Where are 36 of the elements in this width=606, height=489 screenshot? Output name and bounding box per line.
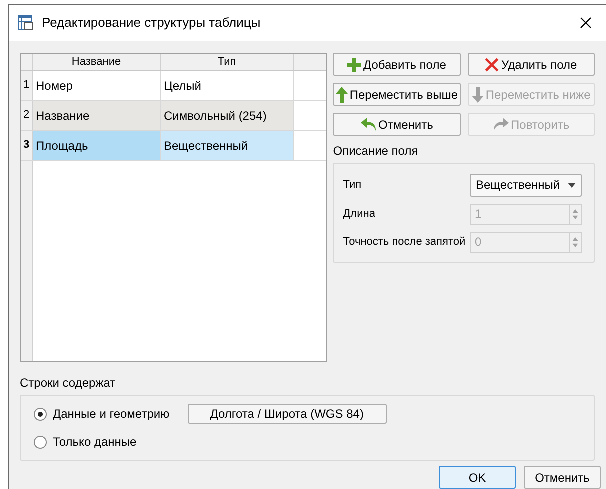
- plus-icon: [347, 58, 362, 72]
- redo-icon: [493, 118, 510, 132]
- dialog-button[interactable]: OK: [439, 466, 516, 489]
- radio-button[interactable]: [34, 408, 47, 420]
- row-number: 1: [21, 71, 33, 100]
- type-dropdown[interactable]: Вещественный: [470, 174, 582, 196]
- column-header[interactable]: Название: [33, 54, 161, 70]
- toolbar-button[interactable]: Удалить поле: [468, 53, 595, 76]
- undo-icon: [360, 118, 376, 132]
- down-arrow-icon: [472, 86, 484, 102]
- toolbar-button[interactable]: Отменить: [333, 113, 461, 136]
- radio-button[interactable]: [34, 436, 47, 448]
- window-title: Редактирование структуры таблицы: [42, 14, 262, 32]
- cross-icon: [485, 58, 500, 72]
- table-icon: [18, 15, 34, 31]
- crs-button[interactable]: Долгота / Широта (WGS 84): [188, 404, 387, 424]
- table-cell[interactable]: Название: [33, 101, 161, 130]
- close-icon[interactable]: [580, 17, 592, 29]
- dialog-button[interactable]: Отменить: [524, 466, 601, 489]
- row-number: 2: [21, 101, 33, 130]
- up-arrow-icon: [336, 86, 348, 102]
- toolbar-button[interactable]: Добавить поле: [333, 53, 461, 76]
- section-title: Описание поля: [333, 143, 420, 160]
- table-cell[interactable]: Площадь: [33, 131, 161, 160]
- field-label: Тип: [343, 178, 362, 193]
- radio-label[interactable]: Только данные: [53, 433, 137, 451]
- field-label: Точность после запятой: [343, 234, 466, 250]
- section-title: Строки содержат: [20, 375, 117, 392]
- column-header[interactable]: Тип: [161, 54, 294, 70]
- row-number: 3: [21, 131, 33, 160]
- radio-label[interactable]: Данные и геометрию: [53, 405, 170, 423]
- table-cell[interactable]: Вещественный: [161, 131, 294, 160]
- field-label: Длина: [343, 206, 376, 222]
- toolbar-button[interactable]: Переместить выше: [333, 83, 461, 106]
- dropdown-arrow-icon: [568, 182, 576, 188]
- table-cell[interactable]: Символьный (254): [161, 101, 294, 130]
